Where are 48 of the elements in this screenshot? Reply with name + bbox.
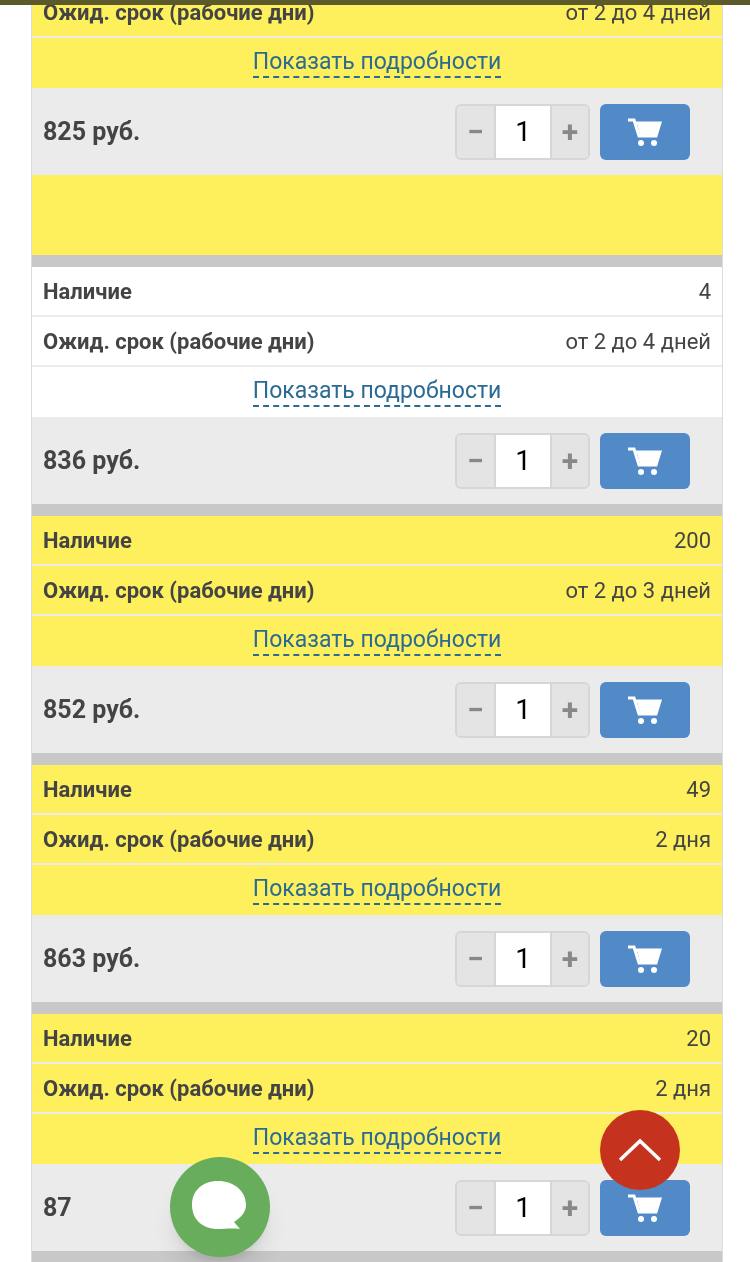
field-label: Ожид. срок (рабочие дни) bbox=[43, 576, 315, 605]
field-value: от 2 до 3 дней bbox=[565, 576, 711, 605]
show-details-link[interactable]: Показать подробности bbox=[252, 1124, 502, 1154]
decrease-button[interactable]: − bbox=[457, 683, 494, 736]
price: 825 руб. bbox=[43, 115, 141, 148]
increase-button[interactable]: + bbox=[552, 105, 588, 158]
show-details-link[interactable]: Показать подробности bbox=[252, 377, 502, 407]
price: 87 bbox=[43, 1191, 72, 1224]
increase-button[interactable]: + bbox=[552, 932, 588, 985]
field-label: Ожид. срок (рабочие дни) bbox=[43, 327, 315, 356]
price: 836 руб. bbox=[43, 444, 141, 477]
add-to-cart-button[interactable] bbox=[600, 681, 690, 738]
show-details-link[interactable]: Показать подробности bbox=[252, 875, 502, 905]
quantity-field[interactable]: 1 bbox=[494, 105, 552, 158]
quantity-field[interactable]: 1 bbox=[494, 683, 552, 736]
field-value: 2 дня bbox=[655, 825, 711, 854]
cart-icon bbox=[628, 445, 662, 476]
field-label: Ожид. срок (рабочие дни) bbox=[43, 825, 315, 854]
add-to-cart-button[interactable] bbox=[600, 432, 690, 489]
cart-icon bbox=[628, 943, 662, 974]
add-to-cart-button[interactable] bbox=[600, 103, 690, 160]
increase-button[interactable]: + bbox=[552, 434, 588, 487]
quantity-field[interactable]: 1 bbox=[494, 434, 552, 487]
field-label: Ожид. срок (рабочие дни) bbox=[43, 0, 315, 27]
cart-icon bbox=[628, 694, 662, 725]
decrease-button[interactable]: − bbox=[457, 105, 494, 158]
decrease-button[interactable]: − bbox=[457, 932, 494, 985]
field-value: 49 bbox=[686, 775, 711, 804]
field-value: 200 bbox=[673, 526, 711, 555]
field-label: Наличие bbox=[43, 775, 132, 804]
increase-button[interactable]: + bbox=[552, 683, 588, 736]
field-label: Наличие bbox=[43, 1024, 132, 1053]
decrease-button[interactable]: − bbox=[457, 434, 494, 487]
field-value: 2 дня bbox=[655, 1074, 711, 1103]
field-label: Наличие bbox=[43, 277, 132, 306]
field-value: от 2 до 4 дней bbox=[565, 327, 711, 356]
show-details-link[interactable]: Показать подробности bbox=[252, 626, 502, 656]
field-value: 20 bbox=[686, 1024, 711, 1053]
cart-icon bbox=[628, 116, 662, 147]
price: 852 руб. bbox=[43, 693, 141, 726]
field-value: 4 bbox=[698, 277, 711, 306]
add-to-cart-button[interactable] bbox=[600, 930, 690, 987]
chevron-up-icon bbox=[618, 1138, 662, 1162]
field-label: Ожид. срок (рабочие дни) bbox=[43, 1074, 315, 1103]
field-label: Наличие bbox=[43, 526, 132, 555]
show-details-link[interactable]: Показать подробности bbox=[252, 48, 502, 78]
price: 863 руб. bbox=[43, 942, 141, 975]
quantity-field[interactable]: 1 bbox=[494, 932, 552, 985]
